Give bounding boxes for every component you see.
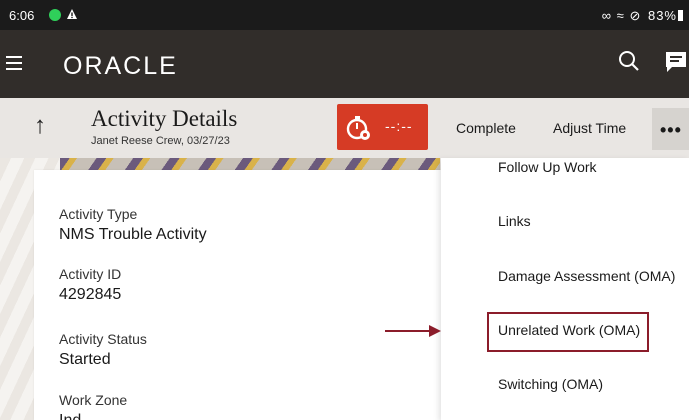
activity-status-label: Activity Status xyxy=(59,331,147,347)
activity-type-label: Activity Type xyxy=(59,206,138,222)
app-header: ORACLE xyxy=(0,30,689,98)
status-right-group: ∞ ≈ ⊘ 83% xyxy=(602,8,683,24)
work-zone-value: Ind xyxy=(59,412,81,420)
page-title: Activity Details xyxy=(91,106,238,131)
search-icon[interactable] xyxy=(618,50,640,77)
more-actions-menu: Follow Up Work Links Damage Assessment (… xyxy=(441,158,689,420)
activity-type-value: NMS Trouble Activity xyxy=(59,226,207,243)
menu-item-links[interactable]: Links xyxy=(498,213,531,229)
chat-icon[interactable] xyxy=(664,50,688,79)
annotation-arrow-icon xyxy=(385,323,443,344)
activity-header: ↑ Activity Details Janet Reese Crew, 03/… xyxy=(0,98,689,158)
menu-item-follow-up-work[interactable]: Follow Up Work xyxy=(498,159,597,175)
battery-percent: 83% xyxy=(647,8,677,23)
app-notification-icon xyxy=(49,9,61,21)
more-icon: ••• xyxy=(660,120,682,140)
link-icon: ∞ xyxy=(601,8,613,23)
complete-button[interactable]: Complete xyxy=(456,120,516,136)
warning-icon xyxy=(66,8,78,23)
timer-button[interactable]: --:-- xyxy=(337,104,428,150)
decorative-banner xyxy=(60,158,440,170)
menu-item-switching[interactable]: Switching (OMA) xyxy=(498,376,603,392)
status-bar: 6:06 ∞ ≈ ⊘ 83% xyxy=(0,0,689,30)
wifi-icon: ≈ xyxy=(616,8,625,23)
stopwatch-gear-icon xyxy=(346,115,372,146)
adjust-time-button[interactable]: Adjust Time xyxy=(553,120,626,136)
menu-item-damage-assessment[interactable]: Damage Assessment (OMA) xyxy=(498,268,675,284)
activity-status-value: Started xyxy=(59,351,111,368)
highlight-box xyxy=(487,312,649,352)
activity-id-label: Activity ID xyxy=(59,266,122,282)
more-actions-button[interactable]: ••• xyxy=(652,108,689,150)
timer-value: --:-- xyxy=(385,118,413,134)
page-subtitle: Janet Reese Crew, 03/27/23 xyxy=(91,135,230,147)
hamburger-menu-icon[interactable] xyxy=(6,56,22,70)
status-time: 6:06 xyxy=(9,8,35,23)
work-zone-label: Work Zone xyxy=(59,392,128,408)
battery-icon xyxy=(678,10,683,21)
do-not-disturb-icon: ⊘ xyxy=(629,8,642,23)
activity-id-value: 4292845 xyxy=(59,286,122,303)
activity-details-card: Activity Type NMS Trouble Activity Activ… xyxy=(34,170,441,420)
back-arrow-icon[interactable]: ↑ xyxy=(34,112,46,140)
oracle-logo: ORACLE xyxy=(63,52,178,80)
